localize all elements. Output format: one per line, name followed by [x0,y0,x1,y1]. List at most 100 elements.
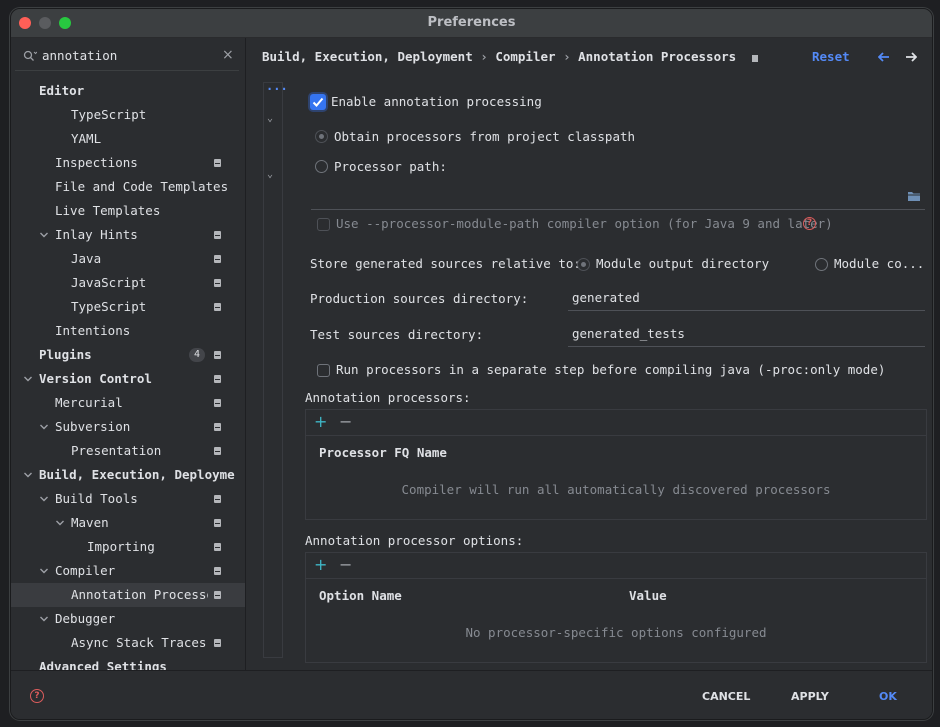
sidebar-item-yaml[interactable]: YAML [11,127,245,151]
test-value: generated_tests [572,326,685,341]
sidebar-item-async-stack-traces[interactable]: Async Stack Traces [11,631,245,655]
project-scope-icon [214,495,221,503]
sidebar-item-label: TypeScript [71,107,147,122]
sidebar-item-inlay-hints[interactable]: Inlay Hints [11,223,245,247]
folder-icon[interactable] [907,190,921,202]
sidebar-item-typescript[interactable]: TypeScript [11,103,245,127]
sidebar-item-inspections[interactable]: Inspections [11,151,245,175]
sidebar-item-label: Plugins [39,347,92,362]
sidebar-item-live-templates[interactable]: Live Templates [11,199,245,223]
settings-content: Build, Execution, Deployment › Compiler … [246,38,932,670]
breadcrumb: Build, Execution, Deployment › Compiler … [262,49,758,64]
remove-icon[interactable]: − [339,412,352,431]
options-section-label: Annotation processor options: [305,533,524,548]
run-separate-checkbox[interactable] [317,364,330,377]
ok-button[interactable]: OK [879,690,897,703]
sidebar-item-label: Debugger [55,611,116,626]
search-box[interactable]: annotation × [15,42,239,71]
sidebar-item-label: Java [71,251,102,266]
value-column-header[interactable]: Value [629,588,667,603]
enable-label[interactable]: Enable annotation processing [331,94,542,109]
project-scope-icon [214,591,221,599]
sidebar-item-label: Build Tools [55,491,138,506]
processor-path-radio[interactable] [315,160,328,173]
forward-arrow-icon[interactable] [905,52,917,62]
cancel-button[interactable]: CANCEL [702,690,750,703]
enable-checkbox[interactable] [310,94,326,110]
sidebar-item-label: File and Code Templates [55,179,229,194]
breadcrumb-item[interactable]: Annotation Processors [578,49,736,64]
sidebar-item-version-control[interactable]: Version Control [11,367,245,391]
project-scope-icon [214,423,221,431]
sidebar-item-build-tools[interactable]: Build Tools [11,487,245,511]
test-input[interactable]: generated_tests [568,318,925,347]
settings-sidebar: annotation × Editor TypeScript YAML Inspect… [11,38,246,674]
module-path-checkbox[interactable] [317,218,330,231]
sidebar-item-mercurial[interactable]: Mercurial [11,391,245,415]
module-content-radio[interactable] [815,258,828,271]
chevron-down-icon[interactable]: ⌄ [267,169,273,180]
sidebar-item-label: Editor [39,83,85,98]
sidebar-item-debugger[interactable]: Debugger [11,607,245,631]
help-icon[interactable]: ? [803,217,816,230]
processors-toolbar: + − [306,410,926,436]
sidebar-item-intentions[interactable]: Intentions [11,319,245,343]
processor-path-input[interactable] [311,181,925,210]
option-name-column-header[interactable]: Option Name [319,588,402,603]
background-editor [0,0,10,727]
sidebar-item-label: Importing [87,539,155,554]
breadcrumb-item[interactable]: Build, Execution, Deployment [262,49,473,64]
back-arrow-icon[interactable] [878,52,890,62]
more-icon[interactable]: ··· [266,82,288,96]
module-output-radio[interactable] [577,258,590,271]
sidebar-item-label: Compiler [55,563,116,578]
sidebar-item-annotation-processors[interactable]: Annotation Processors [11,583,245,607]
checkmark-icon [312,97,324,107]
sidebar-item-subversion[interactable]: Subversion [11,415,245,439]
processor-name-column-header[interactable]: Processor FQ Name [319,445,447,460]
sidebar-item-presentation[interactable]: Presentation [11,439,245,463]
run-separate-label[interactable]: Run processors in a separate step before… [336,362,885,377]
project-scope-icon [751,55,758,62]
module-output-label[interactable]: Module output directory [596,256,769,271]
reset-link[interactable]: Reset [812,49,850,64]
sidebar-item-compiler[interactable]: Compiler [11,559,245,583]
add-icon[interactable]: + [314,412,327,431]
search-input[interactable]: annotation [42,48,117,63]
sidebar-item-file-and-code-templates[interactable]: File and Code Templates [11,175,245,199]
sidebar-item-importing[interactable]: Importing [11,535,245,559]
production-input[interactable]: generated [568,282,925,311]
sidebar-item-javascript[interactable]: JavaScript [11,271,245,295]
obtain-label[interactable]: Obtain processors from project classpath [334,129,635,144]
store-label: Store generated sources relative to: [310,256,581,271]
remove-icon[interactable]: − [339,555,352,574]
sidebar-item-editor[interactable]: Editor [11,79,245,103]
module-content-label[interactable]: Module co... [834,256,924,271]
sidebar-item-label: Build, Execution, Deployme [39,467,235,482]
processor-path-label[interactable]: Processor path: [334,159,447,174]
add-icon[interactable]: + [314,555,327,574]
chevron-down-icon[interactable]: ⌄ [267,113,273,124]
project-scope-icon [214,447,221,455]
project-scope-icon [214,351,221,359]
breadcrumb-separator: › [480,49,496,64]
sidebar-item-label: Maven [71,515,109,530]
sidebar-item-label: YAML [71,131,102,146]
module-path-label[interactable]: Use --processor-module-path compiler opt… [336,216,833,231]
sidebar-item-label: Async Stack Traces [71,635,207,650]
sidebar-item-java[interactable]: Java [11,247,245,271]
apply-button[interactable]: APPLY [791,690,829,703]
project-scope-icon [214,399,221,407]
clear-search-icon[interactable]: × [222,47,234,63]
plugins-count-badge: 4 [189,348,205,362]
sidebar-item-build-execution-deployme[interactable]: Build, Execution, Deployme [11,463,245,487]
sidebar-item-maven[interactable]: Maven [11,511,245,535]
sidebar-item-plugins[interactable]: Plugins 4 [11,343,245,367]
obtain-radio[interactable] [315,130,328,143]
help-icon[interactable]: ? [30,689,44,703]
project-scope-icon [214,159,221,167]
preferences-window: Preferences annotation × Editor TypeScrip… [10,8,933,720]
breadcrumb-item[interactable]: Compiler [495,49,555,64]
sidebar-item-typescript[interactable]: TypeScript [11,295,245,319]
sidebar-item-label: JavaScript [71,275,147,290]
